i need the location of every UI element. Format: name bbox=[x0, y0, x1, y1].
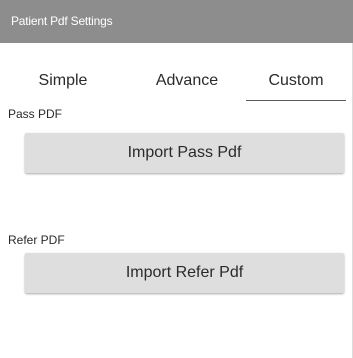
panel-title: Patient Pdf Settings bbox=[0, 0, 353, 43]
settings-tabs: Simple Advance Custom bbox=[10, 62, 346, 102]
tab-advance[interactable]: Advance bbox=[132, 62, 242, 100]
pass-pdf-label: Pass PDF bbox=[8, 107, 63, 121]
patient-pdf-settings-panel: Patient Pdf Settings Simple Advance Cust… bbox=[0, 0, 353, 358]
tab-simple[interactable]: Simple bbox=[28, 62, 98, 100]
refer-pdf-label: Refer PDF bbox=[8, 233, 65, 247]
tab-custom[interactable]: Custom bbox=[246, 62, 346, 101]
import-refer-pdf-button[interactable]: Import Refer Pdf bbox=[25, 253, 344, 293]
import-pass-pdf-button[interactable]: Import Pass Pdf bbox=[25, 133, 344, 173]
